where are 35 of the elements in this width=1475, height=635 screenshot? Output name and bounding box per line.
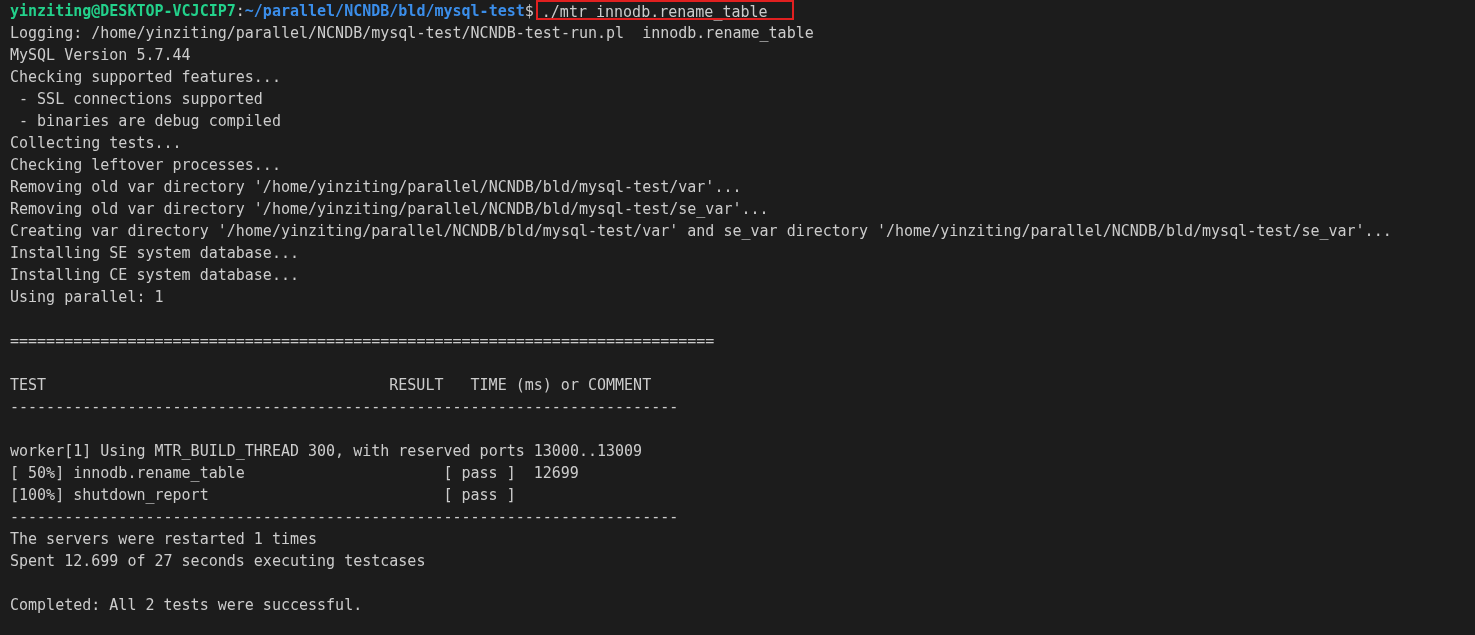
output-line: Logging: /home/yinziting/parallel/NCNDB/mysql-test/NCNDB-test-run.pl innodb.rename_table (10, 23, 814, 44)
column-header: TIME (ms) or COMMENT (470, 375, 652, 396)
test-name: shutdown_report (73, 486, 209, 504)
output-line: worker[1] Using MTR_BUILD_THREAD 300, with reserved ports 13000..13009 (10, 441, 643, 462)
column-header: TEST (10, 375, 48, 396)
progress-text: [ 50%] (10, 464, 65, 482)
output-line: - SSL connections supported (18, 89, 263, 110)
command-text: ./mtr innodb.rename_table (535, 0, 794, 20)
test-name: innodb.rename_table (73, 464, 245, 482)
progress-text: [100%] (10, 486, 65, 504)
output-line: Removing old var directory '/home/yinziting/parallel/NCNDB/bld/mysql-test/var'... (10, 177, 742, 198)
separator-line: -------------------------------------------------------------------------- (10, 507, 679, 528)
output-line: Checking leftover processes... (10, 155, 281, 176)
output-line: Using parallel: 1 (10, 287, 164, 308)
separator-line: -------------------------------------------------------------------------- (10, 397, 679, 418)
output-line: - binaries are debug compiled (18, 111, 281, 132)
separator-line: ============================================================================== (10, 331, 715, 352)
output-line: Spent 12.699 of 27 seconds executing testcases (10, 551, 426, 572)
test-time: 12699 (533, 463, 579, 484)
prompt-separator: : (235, 1, 245, 22)
output-line: The servers were restarted 1 times (10, 529, 318, 550)
test-status: [ pass ] (443, 464, 516, 482)
output-line: Collecting tests... (10, 133, 182, 154)
prompt-user-host: yinziting@DESKTOP-VCJCIP7 (10, 1, 236, 22)
output-line: Installing SE system database... (10, 243, 299, 264)
output-line: Installing CE system database... (10, 265, 299, 286)
column-header: RESULT (389, 375, 445, 396)
output-line: Checking supported features... (10, 67, 281, 88)
output-line: MySQL Version 5.7.44 (10, 45, 191, 66)
test-status: [ pass ] (443, 486, 516, 504)
output-line: Completed: All 2 tests were successful. (10, 595, 363, 616)
output-line: Creating var directory '/home/yinziting/parallel/NCNDB/bld/mysql-test/var' and se_var directory '/home/yinziting/parallel/NCNDB/bld/mysql-test/se_var'... (10, 221, 1392, 242)
prompt-symbol: $ (524, 1, 534, 22)
prompt-path: ~/parallel/NCNDB/bld/mysql-test (244, 1, 525, 22)
output-line: Removing old var directory '/home/yinziting/parallel/NCNDB/bld/mysql-test/se_var'... (10, 199, 769, 220)
